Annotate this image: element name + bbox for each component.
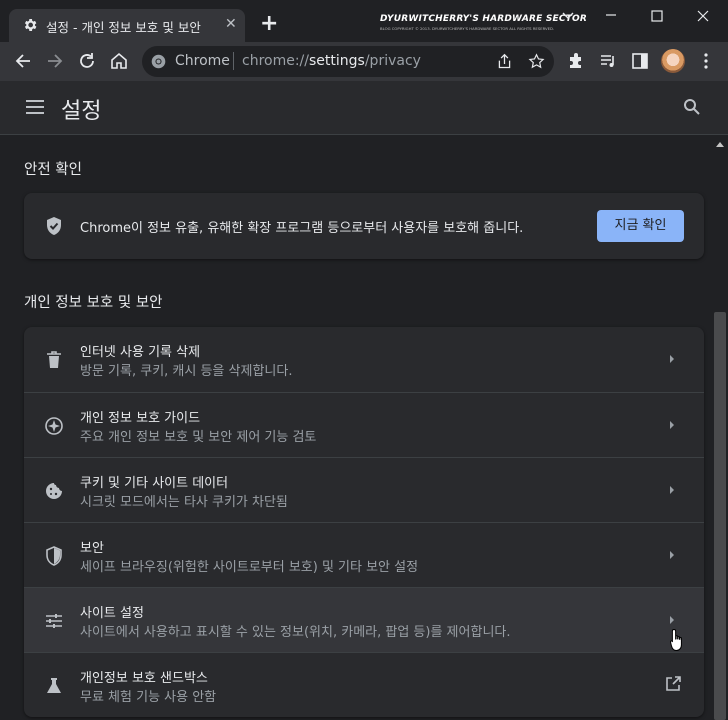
extensions-puzzle-icon[interactable] bbox=[566, 51, 586, 71]
chevron-right-icon bbox=[670, 355, 674, 363]
minimize-button[interactable] bbox=[588, 6, 634, 26]
chrome-icon bbox=[151, 54, 166, 69]
list-item-title: 보안 bbox=[80, 541, 104, 556]
maximize-icon bbox=[651, 10, 663, 22]
chevron-right-icon bbox=[670, 616, 674, 624]
browser-toolbar: Chrome chrome://settings/privacy bbox=[0, 42, 728, 81]
chevron-right-icon bbox=[670, 551, 674, 559]
list-item-title: 인터넷 사용 기록 삭제 bbox=[80, 345, 201, 360]
list-item-title: 사이트 설정 bbox=[80, 606, 144, 621]
tab-title: 설정 - 개인 정보 보호 및 보안 bbox=[46, 20, 201, 35]
list-item-cookies[interactable]: 쿠키 및 기타 사이트 데이터 시크릿 모드에서는 타사 쿠키가 차단됨 bbox=[24, 457, 704, 522]
chevron-down-icon bbox=[562, 12, 574, 19]
chevron-right-icon bbox=[670, 486, 674, 494]
side-panel-icon[interactable] bbox=[630, 51, 650, 71]
list-item-title: 개인정보 보호 샌드박스 bbox=[80, 671, 208, 686]
browser-tab[interactable]: 설정 - 개인 정보 보호 및 보안 ✕ bbox=[9, 9, 245, 42]
list-item-site-settings[interactable]: 사이트 설정 사이트에서 사용하고 표시할 수 있는 정보(위치, 카메라, 팝… bbox=[24, 587, 704, 652]
list-item-subtitle: 시크릿 모드에서는 타사 쿠키가 차단됨 bbox=[80, 495, 288, 510]
safety-check-description: Chrome이 정보 유출, 유해한 확장 프로그램 등으로부터 사용자를 보호… bbox=[80, 221, 524, 236]
media-queue-icon[interactable] bbox=[598, 51, 618, 71]
page-title: 설정 bbox=[61, 99, 102, 124]
home-icon[interactable] bbox=[109, 51, 129, 71]
close-icon bbox=[697, 10, 709, 22]
list-item-privacy-sandbox[interactable]: 개인정보 보호 샌드박스 무료 체험 기능 사용 안함 bbox=[24, 652, 704, 717]
site-label: Chrome bbox=[175, 53, 230, 69]
list-item-title: 개인 정보 보호 가이드 bbox=[80, 411, 201, 426]
hand-cursor-icon bbox=[670, 628, 682, 652]
tune-icon bbox=[46, 614, 62, 628]
back-icon[interactable] bbox=[13, 51, 33, 71]
list-item-privacy-guide[interactable]: 개인 정보 보호 가이드 주요 개인 정보 보호 및 보안 제어 기능 검토 bbox=[24, 392, 704, 457]
shield-icon bbox=[46, 546, 62, 566]
bookmark-star-icon[interactable] bbox=[528, 53, 545, 70]
settings-header: 설정 bbox=[0, 81, 728, 135]
list-item-subtitle: 무료 체험 기능 사용 안함 bbox=[80, 690, 217, 705]
menu-icon[interactable] bbox=[26, 100, 44, 114]
list-item-title: 쿠키 및 기타 사이트 데이터 bbox=[80, 476, 229, 491]
branding-copyright: BLOG COPYRIGHT © 2013. DYURWITCHERRY'S H… bbox=[380, 26, 555, 31]
reload-icon[interactable] bbox=[77, 51, 97, 71]
flask-icon bbox=[47, 678, 61, 693]
scroll-thumb[interactable] bbox=[714, 312, 726, 720]
title-bar: 설정 - 개인 정보 보호 및 보안 ✕ + DYURWITCHERRY'S H… bbox=[0, 0, 728, 42]
scroll-up-arrow[interactable] bbox=[716, 142, 724, 147]
omnibox-divider bbox=[233, 52, 234, 70]
list-item-security[interactable]: 보안 세이프 브라우징(위험한 사이트로부터 보호) 및 기타 보안 설정 bbox=[24, 522, 704, 587]
minimize-icon bbox=[606, 14, 616, 16]
address-bar[interactable]: Chrome chrome://settings/privacy bbox=[142, 46, 554, 77]
list-item-subtitle: 방문 기록, 쿠키, 캐시 등을 삭제합니다. bbox=[80, 364, 293, 379]
close-window-button[interactable] bbox=[680, 6, 726, 26]
settings-content: 안전 확인 Chrome이 정보 유출, 유해한 확장 프로그램 등으로부터 사… bbox=[0, 136, 712, 720]
branding-title: DYURWITCHERRY'S HARDWARE SECTOR bbox=[380, 14, 587, 24]
url-text: chrome://settings/privacy bbox=[242, 53, 421, 69]
privacy-security-heading: 개인 정보 보호 및 보안 bbox=[24, 295, 163, 311]
share-icon[interactable] bbox=[496, 53, 513, 70]
open-in-new-icon bbox=[666, 676, 681, 691]
list-item-subtitle: 주요 개인 정보 보호 및 보안 제어 기능 검토 bbox=[80, 430, 317, 445]
shield-check-icon bbox=[47, 217, 61, 235]
list-item-subtitle: 세이프 브라우징(위험한 사이트로부터 보호) 및 기타 보안 설정 bbox=[80, 560, 419, 575]
privacy-security-card: 인터넷 사용 기록 삭제 방문 기록, 쿠키, 캐시 등을 삭제합니다. 개인 … bbox=[24, 327, 704, 717]
compass-icon bbox=[45, 417, 63, 435]
tab-search-button[interactable] bbox=[545, 6, 591, 26]
profile-avatar[interactable] bbox=[661, 49, 685, 73]
safety-check-card: Chrome이 정보 유출, 유해한 확장 프로그램 등으로부터 사용자를 보호… bbox=[24, 193, 704, 259]
scrollbar[interactable] bbox=[712, 136, 728, 720]
check-now-button[interactable]: 지금 확인 bbox=[597, 210, 684, 242]
tab-close-icon[interactable]: ✕ bbox=[225, 16, 237, 32]
new-tab-button[interactable]: + bbox=[260, 13, 278, 35]
list-item-clear-browsing-data[interactable]: 인터넷 사용 기록 삭제 방문 기록, 쿠키, 캐시 등을 삭제합니다. bbox=[24, 327, 704, 392]
safety-check-heading: 안전 확인 bbox=[24, 162, 82, 178]
gear-icon bbox=[24, 19, 37, 31]
trash-icon bbox=[47, 351, 61, 368]
cookie-icon bbox=[46, 483, 62, 499]
more-vert-icon[interactable] bbox=[696, 51, 716, 71]
forward-icon[interactable] bbox=[45, 51, 65, 71]
maximize-button[interactable] bbox=[634, 6, 680, 26]
list-item-subtitle: 사이트에서 사용하고 표시할 수 있는 정보(위치, 카메라, 팝업 등)를 제… bbox=[80, 625, 511, 640]
search-icon[interactable] bbox=[683, 98, 701, 116]
chevron-right-icon bbox=[670, 421, 674, 429]
branding-watermark: DYURWITCHERRY'S HARDWARE SECTOR BLOG COP… bbox=[380, 14, 587, 31]
